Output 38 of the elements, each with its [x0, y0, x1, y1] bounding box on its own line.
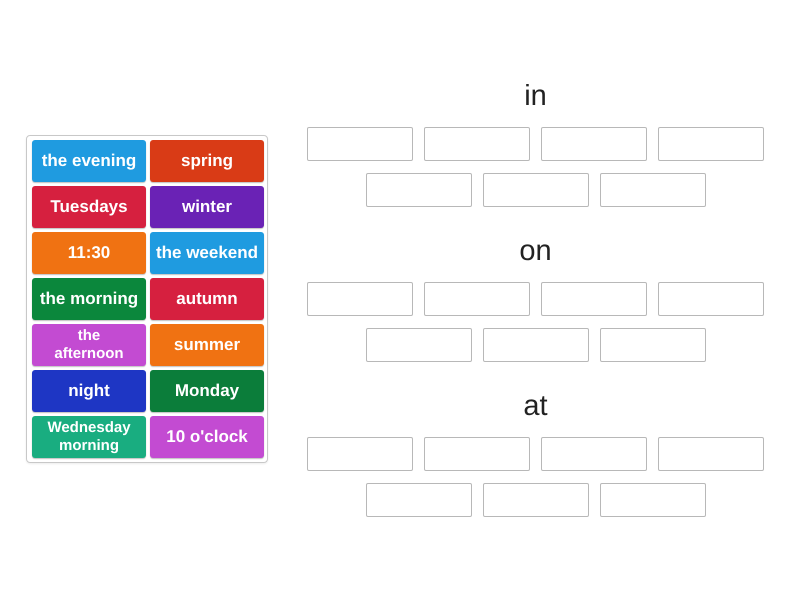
word-tile[interactable]: autumn: [150, 278, 264, 320]
word-tile[interactable]: the morning: [32, 278, 146, 320]
word-tile[interactable]: night: [32, 370, 146, 412]
word-tile[interactable]: the evening: [32, 140, 146, 182]
drop-slot[interactable]: [424, 282, 530, 316]
drop-slot[interactable]: [307, 437, 413, 471]
drop-slot[interactable]: [600, 328, 706, 362]
drop-slot[interactable]: [658, 437, 764, 471]
word-tile[interactable]: the weekend: [150, 232, 264, 274]
word-tile[interactable]: spring: [150, 140, 264, 182]
drop-slot[interactable]: [541, 127, 647, 161]
drop-slot[interactable]: [424, 127, 530, 161]
word-tile[interactable]: 10 o'clock: [150, 416, 264, 458]
drop-slot[interactable]: [600, 483, 706, 517]
drop-slot[interactable]: [307, 282, 413, 316]
drop-slot[interactable]: [366, 328, 472, 362]
drop-slot[interactable]: [307, 127, 413, 161]
group-heading: in: [524, 79, 547, 114]
word-tile[interactable]: Monday: [150, 370, 264, 412]
drop-slot[interactable]: [600, 173, 706, 207]
word-tile[interactable]: Tuesdays: [32, 186, 146, 228]
drop-slot[interactable]: [482, 173, 588, 207]
word-tile[interactable]: the afternoon: [32, 324, 146, 366]
group-heading: at: [523, 389, 548, 424]
drop-slot[interactable]: [658, 282, 764, 316]
drop-slot[interactable]: [366, 173, 472, 207]
drop-slot[interactable]: [541, 437, 647, 471]
word-tile[interactable]: winter: [150, 186, 264, 228]
drop-slot[interactable]: [366, 483, 472, 517]
drop-slot[interactable]: [482, 328, 588, 362]
drop-slot[interactable]: [541, 282, 647, 316]
drop-slot[interactable]: [424, 437, 530, 471]
word-tile[interactable]: Wednesday morning: [32, 416, 146, 458]
drop-slot[interactable]: [658, 127, 764, 161]
drop-slot[interactable]: [482, 483, 588, 517]
group-heading: on: [519, 234, 552, 269]
word-tile[interactable]: 11:30: [32, 232, 146, 274]
word-tile[interactable]: summer: [150, 324, 264, 366]
